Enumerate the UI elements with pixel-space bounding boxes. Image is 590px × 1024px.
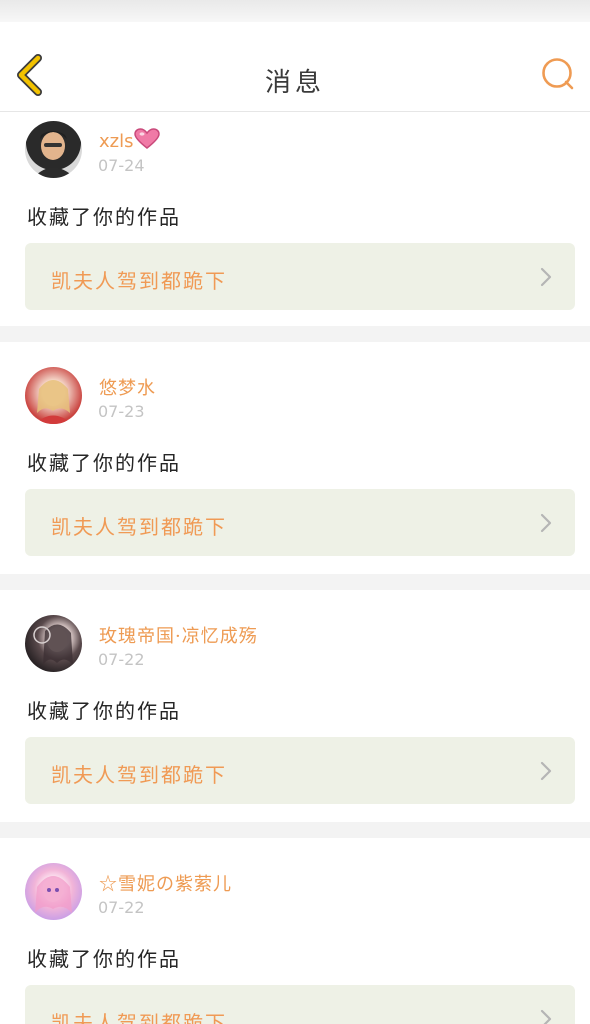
search-button[interactable] (540, 56, 576, 92)
username[interactable]: ☆雪妮の紫萦儿 (99, 870, 232, 896)
message-action-text: 收藏了你的作品 (27, 947, 181, 971)
work-link[interactable]: 凯夫人驾到都跪下 (25, 737, 575, 804)
page-title: 消息 (264, 68, 325, 98)
divider (0, 574, 590, 590)
work-title: 凯夫人驾到都跪下 (51, 515, 227, 539)
avatar-image (35, 876, 72, 913)
status-bar (0, 0, 590, 22)
avatar[interactable] (25, 615, 82, 672)
work-link[interactable]: 凯夫人驾到都跪下 (25, 243, 575, 310)
message-action-text: 收藏了你的作品 (27, 451, 181, 475)
message-item: 玫瑰帝国·凉忆成殇 07-22 收藏了你的作品 凯夫人驾到都跪下 (0, 590, 590, 822)
username[interactable]: 玫瑰帝国·凉忆成殇 (99, 622, 258, 648)
work-title: 凯夫人驾到都跪下 (51, 1011, 227, 1024)
avatar-image (35, 380, 72, 424)
avatar-image (33, 131, 75, 178)
message-action-text: 收藏了你的作品 (27, 205, 181, 229)
avatar[interactable] (25, 121, 82, 178)
message-date: 07-24 (98, 156, 145, 175)
chevron-right-icon (540, 267, 552, 287)
message-date: 07-23 (98, 402, 145, 421)
message-date: 07-22 (98, 898, 145, 917)
heart-icon (134, 128, 161, 149)
username-text: xzls (99, 131, 134, 152)
work-link[interactable]: 凯夫人驾到都跪下 (25, 489, 575, 556)
username[interactable]: xzls (99, 128, 161, 152)
avatar-image (33, 624, 73, 665)
avatar[interactable] (25, 863, 82, 920)
search-icon (542, 58, 574, 90)
message-item: 悠梦水 07-23 收藏了你的作品 凯夫人驾到都跪下 (0, 342, 590, 574)
top-bar: 消息 (0, 22, 590, 112)
username[interactable]: 悠梦水 (99, 374, 156, 400)
work-title: 凯夫人驾到都跪下 (51, 763, 227, 787)
divider (0, 822, 590, 838)
chevron-right-icon (540, 761, 552, 781)
work-link[interactable]: 凯夫人驾到都跪下 (25, 985, 575, 1024)
avatar[interactable] (25, 367, 82, 424)
work-title: 凯夫人驾到都跪下 (51, 269, 227, 293)
message-date: 07-22 (98, 650, 145, 669)
message-item: xzls 07-24 收藏了你的作品 凯夫人驾到都跪下 (0, 112, 590, 326)
divider (0, 326, 590, 342)
chevron-right-icon (540, 1009, 552, 1024)
message-action-text: 收藏了你的作品 (27, 699, 181, 723)
chevron-right-icon (540, 513, 552, 533)
message-item: ☆雪妮の紫萦儿 07-22 收藏了你的作品 凯夫人驾到都跪下 (0, 838, 590, 1024)
